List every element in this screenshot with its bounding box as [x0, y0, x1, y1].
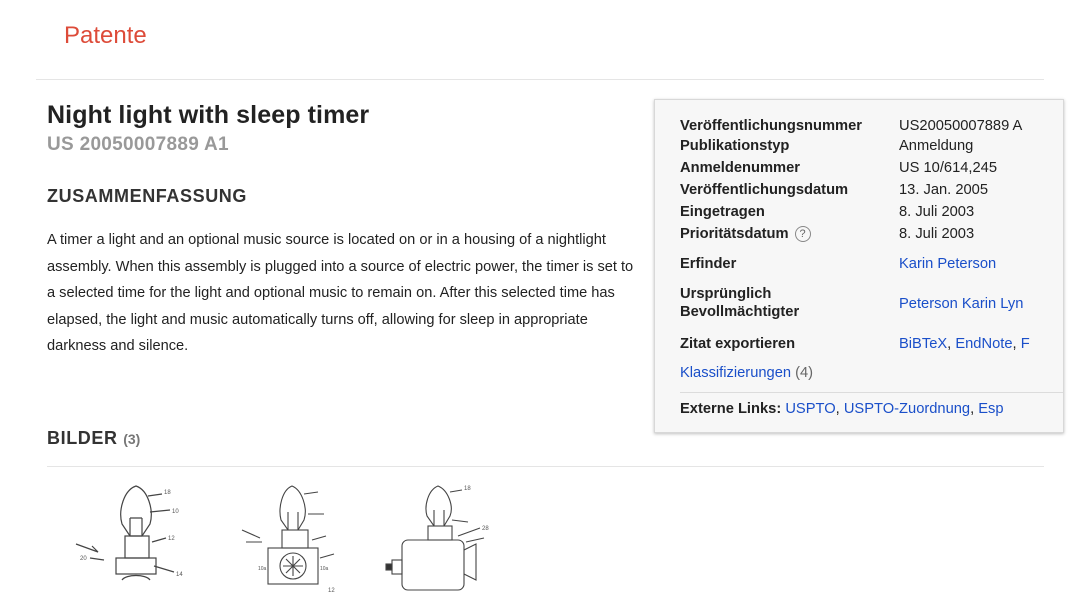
- svg-text:18: 18: [464, 486, 471, 492]
- abstract-text: A timer a light and an optional music so…: [47, 232, 634, 354]
- svg-text:28: 28: [482, 526, 489, 532]
- svg-text:12: 12: [168, 536, 175, 542]
- inventor-link[interactable]: Karin Peterson: [899, 255, 996, 273]
- classifications-row: Klassifizierungen (4): [680, 365, 813, 381]
- export-more-link[interactable]: F: [1021, 336, 1030, 352]
- meta-divider: [680, 392, 1063, 393]
- bibtex-link[interactable]: BiBTeX: [899, 336, 947, 352]
- summary-heading: ZUSAMMENFASSUNG: [47, 186, 248, 206]
- meta-label-publication-type: Publikationstyp: [680, 138, 790, 154]
- patent-metadata-panel: Veröffentlichungsnummer US20050007889 A …: [654, 99, 1064, 433]
- priority-date-label-text: Prioritätsdatum: [680, 226, 789, 242]
- external-links-label: Externe Links:: [680, 401, 782, 417]
- export-citation-links: BiBTeX, EndNote, F: [899, 335, 1030, 353]
- endnote-link[interactable]: EndNote: [955, 336, 1012, 352]
- images-divider: [47, 466, 1044, 467]
- meta-value-publication-type: Anmeldung: [899, 138, 974, 154]
- assignee-link[interactable]: Peterson Karin Lyn: [899, 295, 1023, 313]
- meta-label-publication-date: Veröffentlichungsdatum: [680, 182, 849, 198]
- svg-text:10: 10: [172, 509, 179, 515]
- svg-text:10a: 10a: [258, 566, 267, 572]
- patente-logo[interactable]: Patente: [64, 22, 147, 50]
- patent-number: US 20050007889 A1: [47, 134, 229, 155]
- external-links-row: Externe Links: USPTO, USPTO-Zuordnung, E…: [680, 401, 1004, 417]
- svg-text:12: 12: [328, 588, 335, 593]
- meta-label-assignee: Ursprünglich Bevollmächtigter: [680, 285, 799, 321]
- meta-value-priority-date: 8. Juli 2003: [899, 226, 975, 242]
- meta-label-filed: Eingetragen: [680, 204, 765, 220]
- meta-label-publication-number: Veröffentlichungsnummer: [680, 118, 862, 134]
- svg-text:20: 20: [80, 556, 87, 562]
- help-icon[interactable]: ?: [794, 226, 811, 242]
- meta-value-publication-number: US20050007889 A: [899, 118, 1023, 134]
- patent-title: Night light with sleep timer: [47, 101, 370, 129]
- uspto-link[interactable]: USPTO: [785, 401, 835, 417]
- header-divider: [36, 79, 1044, 80]
- meta-value-publication-date: 13. Jan. 2005: [899, 182, 989, 198]
- svg-text:10a: 10a: [320, 566, 329, 572]
- images-heading: BILDER (3): [47, 428, 140, 449]
- meta-label-application-number: Anmeldenummer: [680, 160, 800, 176]
- meta-label-priority-date: Prioritätsdatum?: [680, 225, 811, 243]
- espacenet-link[interactable]: Esp: [978, 401, 1003, 417]
- meta-value-application-number: US 10/614,245: [899, 160, 997, 176]
- patent-drawing-thumbnail-3[interactable]: 18 28: [380, 480, 500, 593]
- meta-label-inventor: Erfinder: [680, 256, 737, 272]
- classifications-count: (4): [795, 365, 814, 381]
- patent-drawing-thumbnail-1[interactable]: 18 10 12 14 20: [70, 480, 200, 593]
- svg-text:18: 18: [164, 490, 171, 496]
- uspto-assignment-link[interactable]: USPTO-Zuordnung: [844, 401, 970, 417]
- images-heading-label: BILDER: [47, 428, 118, 448]
- export-separator-2: ,: [1012, 336, 1021, 352]
- svg-text:14: 14: [176, 572, 183, 578]
- meta-label-export-citation: Zitat exportieren: [680, 336, 796, 352]
- meta-value-filed: 8. Juli 2003: [899, 204, 975, 220]
- classifications-link[interactable]: Klassifizierungen: [680, 365, 791, 381]
- assignee-label-line-1: Ursprünglich: [680, 286, 772, 302]
- external-separator-1: ,: [835, 401, 844, 417]
- images-count: (3): [123, 431, 141, 447]
- patent-drawing-thumbnail-2[interactable]: 10a 10a 12: [238, 480, 358, 593]
- assignee-label-line-2: Bevollmächtigter: [680, 304, 800, 320]
